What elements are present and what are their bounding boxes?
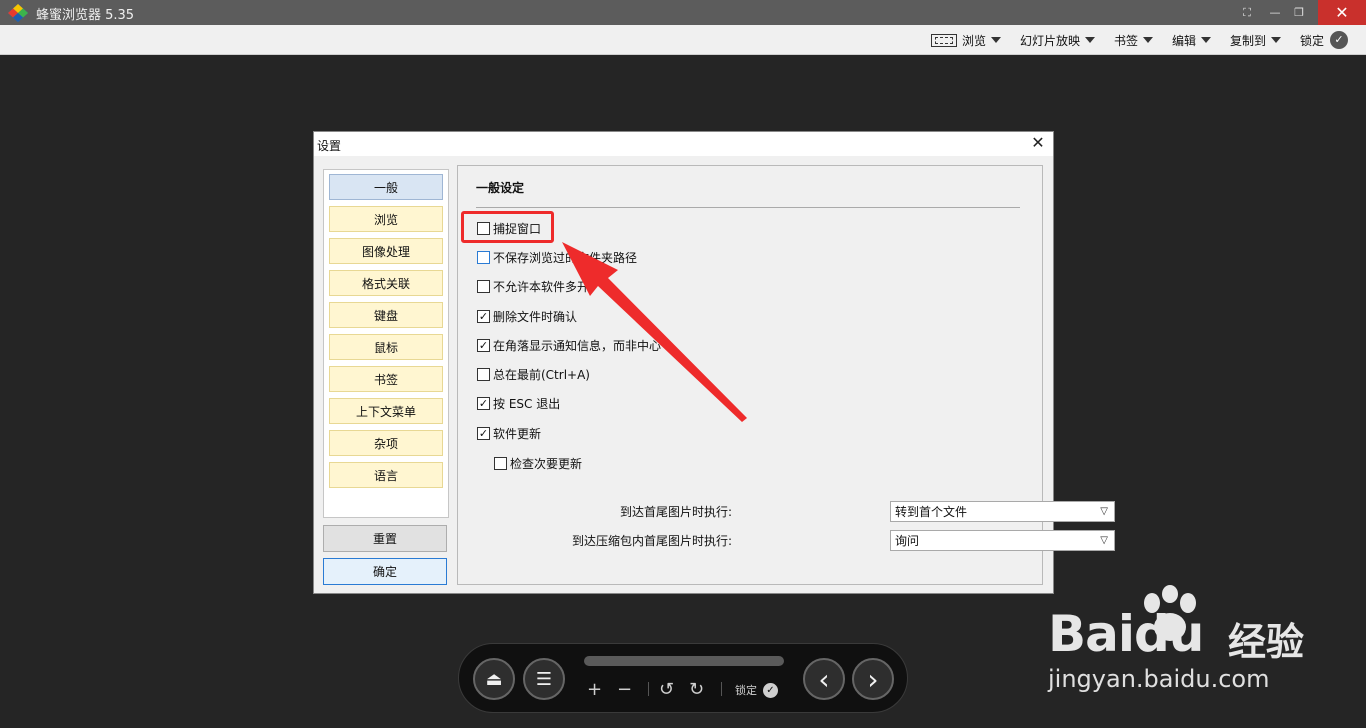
nav-item-file-association[interactable]: 格式关联 <box>329 270 443 296</box>
nav-item-image-processing[interactable]: 图像处理 <box>329 238 443 264</box>
chevron-down-icon: ▽ <box>1100 506 1108 517</box>
checkbox[interactable] <box>477 250 490 264</box>
checkbox[interactable]: ✓ <box>477 309 490 323</box>
fullscreen-button[interactable]: ⛶ <box>1236 0 1258 25</box>
option-label: 检查次要更新 <box>510 456 583 471</box>
menu-copy-to[interactable]: 复制到 <box>1230 31 1282 49</box>
rotate-left-icon[interactable]: ↺ <box>659 681 674 699</box>
menu-browse[interactable]: 浏览 <box>931 31 1002 49</box>
checkbox[interactable] <box>494 456 507 470</box>
toolbar-divider <box>721 682 722 696</box>
menu-slideshow[interactable]: 幻灯片放映 <box>1020 31 1096 49</box>
settings-nav: 一般 浏览 图像处理 格式关联 键盘 鼠标 书签 上下文菜单 杂项 语言 <box>323 169 449 518</box>
nav-item-language[interactable]: 语言 <box>329 462 443 488</box>
previous-button[interactable]: ‹ <box>803 658 845 700</box>
menu-bookmarks-label: 书签 <box>1114 33 1139 48</box>
watermark-brand: Baidu <box>1048 605 1204 663</box>
zoom-in-icon[interactable]: + <box>587 681 602 699</box>
dialog-title: 设置 <box>317 139 342 153</box>
playback-control-bar: ⏏ ☰ + − ↺ ↻ 锁定 ✓ ‹ › <box>458 643 908 713</box>
chevron-down-icon <box>991 37 1002 43</box>
menu-button[interactable]: ☰ <box>523 658 565 700</box>
select-value: 转到首个文件 <box>895 505 968 519</box>
toolbar-divider <box>648 682 649 696</box>
minimize-button[interactable]: — <box>1264 0 1286 25</box>
lock-toggle[interactable]: 锁定 ✓ <box>735 682 778 698</box>
menu-edit[interactable]: 编辑 <box>1172 31 1212 49</box>
first-last-image-label: 到达首尾图片时执行: <box>619 505 732 519</box>
checkbox[interactable] <box>477 279 490 293</box>
dialog-close-icon[interactable]: ✕ <box>1029 134 1047 152</box>
brand-du: du <box>1134 605 1204 663</box>
next-button[interactable]: › <box>852 658 894 700</box>
watermark-jingyan: 经验 <box>1228 620 1305 664</box>
nav-item-bookmarks[interactable]: 书签 <box>329 366 443 392</box>
baidu-watermark: Baidu 经验 jingyan.baidu.com <box>1040 585 1360 695</box>
nav-item-misc[interactable]: 杂项 <box>329 430 443 456</box>
first-last-image-select[interactable]: 转到首个文件 ▽ <box>890 501 1115 522</box>
select-value: 询问 <box>895 534 920 548</box>
option-label: 软件更新 <box>493 426 542 441</box>
brand-bai: Bai <box>1048 605 1135 663</box>
nav-item-context-menu[interactable]: 上下文菜单 <box>329 398 443 424</box>
rotate-right-icon[interactable]: ↻ <box>689 681 704 699</box>
menu-lock-label: 锁定 <box>1300 33 1325 48</box>
zoom-out-icon[interactable]: − <box>617 681 632 699</box>
menu-bookmarks[interactable]: 书签 <box>1114 31 1154 49</box>
annotation-arrow-icon <box>562 242 747 422</box>
check-circle-icon: ✓ <box>763 682 778 698</box>
menu-edit-label: 编辑 <box>1172 33 1197 48</box>
reset-button[interactable]: 重置 <box>323 525 447 552</box>
title-bar: 蜂蜜浏览器 5.35 ⛶ — ❐ ✕ <box>0 0 1366 25</box>
nav-item-keyboard[interactable]: 键盘 <box>329 302 443 328</box>
option-minor-updates[interactable]: 检查次要更新 <box>494 455 582 471</box>
app-title: 蜂蜜浏览器 5.35 <box>36 8 135 23</box>
lock-label: 锁定 <box>735 684 757 697</box>
checkbox[interactable] <box>477 367 490 381</box>
close-button[interactable]: ✕ <box>1318 0 1366 25</box>
eject-button[interactable]: ⏏ <box>473 658 515 700</box>
menu-browse-label: 浏览 <box>962 33 987 48</box>
checkbox[interactable]: ✓ <box>477 396 490 410</box>
nav-item-browse[interactable]: 浏览 <box>329 206 443 232</box>
progress-slider[interactable] <box>584 656 784 666</box>
option-software-update[interactable]: ✓ 软件更新 <box>477 425 541 441</box>
view-frame-icon <box>931 33 957 47</box>
section-divider <box>476 207 1020 208</box>
archive-first-last-select[interactable]: 询问 ▽ <box>890 530 1115 551</box>
menu-slideshow-label: 幻灯片放映 <box>1020 33 1081 48</box>
chevron-down-icon <box>1085 37 1096 43</box>
checkbox[interactable]: ✓ <box>477 338 490 352</box>
checkbox[interactable]: ✓ <box>477 426 490 440</box>
nav-item-mouse[interactable]: 鼠标 <box>329 334 443 360</box>
menu-lock[interactable]: 锁定 ✓ <box>1300 31 1349 49</box>
menu-bar: 浏览 幻灯片放映 书签 编辑 复制到 锁定 ✓ <box>0 25 1366 55</box>
archive-first-last-label: 到达压缩包内首尾图片时执行: <box>571 534 732 548</box>
chevron-down-icon <box>1143 37 1154 43</box>
chevron-down-icon <box>1201 37 1212 43</box>
section-title: 一般设定 <box>476 181 525 195</box>
ok-button[interactable]: 确定 <box>323 558 447 585</box>
chevron-down-icon: ▽ <box>1100 535 1108 546</box>
maximize-button[interactable]: ❐ <box>1288 0 1310 25</box>
dialog-title-bar: 设置 ✕ <box>314 132 1053 156</box>
check-circle-icon: ✓ <box>1330 31 1349 49</box>
app-logo-icon <box>8 4 28 22</box>
menu-copy-to-label: 复制到 <box>1230 33 1267 48</box>
nav-item-general[interactable]: 一般 <box>329 174 443 200</box>
watermark-url: jingyan.baidu.com <box>1048 665 1270 693</box>
chevron-down-icon <box>1271 37 1282 43</box>
